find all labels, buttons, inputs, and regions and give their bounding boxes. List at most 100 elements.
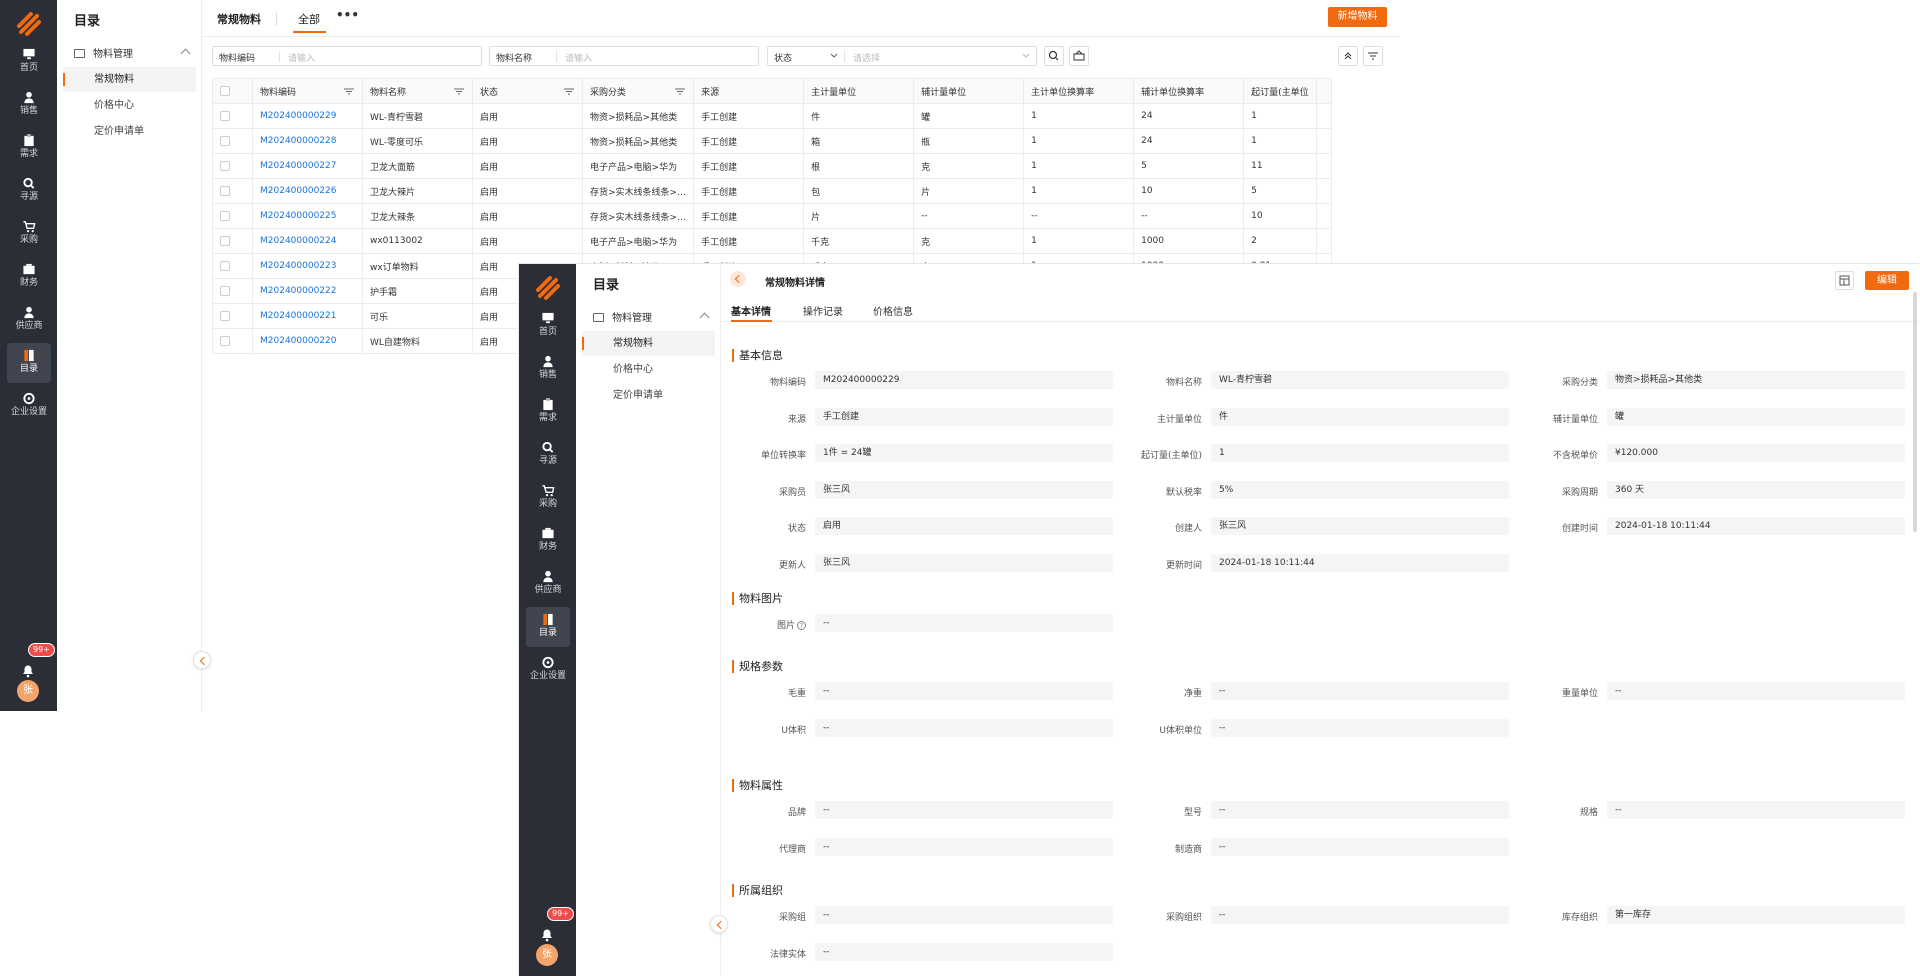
material-code-link[interactable]: M202400000227	[260, 161, 336, 171]
filter-code-input[interactable]: 请输入	[288, 51, 315, 64]
filter-name-input[interactable]: 请输入	[565, 51, 592, 64]
cell-code[interactable]: M202400000227	[252, 153, 363, 179]
tab-price[interactable]: 价格信息	[873, 303, 913, 318]
cell-code[interactable]: M202400000224	[252, 228, 363, 254]
nav-item-cart[interactable]: 采购	[526, 478, 570, 518]
avatar[interactable]: 张	[536, 944, 558, 966]
filter-icon[interactable]	[564, 88, 574, 95]
new-material-button[interactable]: 新增物料	[1328, 7, 1387, 27]
nav-item-cart[interactable]: 采购	[7, 214, 51, 254]
row-checkbox[interactable]	[212, 253, 253, 279]
column-header[interactable]: 辅计单位换算率	[1133, 78, 1245, 104]
nav-item-catalog[interactable]: 目录	[7, 343, 51, 383]
material-code-link[interactable]: M202400000221	[260, 311, 336, 321]
edit-button[interactable]: 编辑	[1865, 271, 1909, 290]
nav-item-person[interactable]: 销售	[526, 349, 570, 389]
search-button[interactable]	[1044, 46, 1064, 66]
catalog-item-pricing-request[interactable]: 定价申请单	[582, 383, 715, 408]
nav-item-supplier[interactable]: 供应商	[526, 564, 570, 604]
material-code-link[interactable]: M202400000228	[260, 136, 336, 146]
filter-icon[interactable]	[344, 88, 354, 95]
cell-code[interactable]: M202400000228	[252, 128, 363, 154]
filter-status[interactable]: 状态 请选择	[767, 46, 1037, 66]
nav-item-clipboard[interactable]: 需求	[526, 392, 570, 432]
catalog-group-material[interactable]: 物料管理	[593, 309, 652, 324]
row-checkbox[interactable]	[212, 103, 253, 129]
tab-all[interactable]: 全部	[298, 11, 320, 27]
column-header[interactable]: 物料名称	[362, 78, 473, 104]
table-row[interactable]: M202400000226 卫龙大辣片 启用 存货>实木线条线条>… 手工创建包片 1 10…	[212, 178, 1332, 204]
table-row[interactable]: M202400000227 卫龙大面筋 启用 电子产品>电脑>华为 手工创建根克 1 5 11	[212, 153, 1332, 179]
row-checkbox[interactable]	[212, 278, 253, 304]
row-checkbox[interactable]	[212, 328, 253, 354]
filter-name[interactable]: 物料名称 请输入	[489, 46, 759, 66]
column-header[interactable]: 物料编码	[252, 78, 363, 104]
chevron-up-icon[interactable]	[699, 312, 710, 323]
row-checkbox[interactable]	[212, 178, 253, 204]
filter-icon[interactable]	[675, 88, 686, 95]
cell-code[interactable]: M202400000220	[252, 328, 363, 354]
filter-code[interactable]: 物料编码 请输入	[212, 46, 482, 66]
table-row[interactable]: M202400000229 WL-青柠雪碧 启用 物资>损耗品>其他类 手工创建件罐 1 2…	[212, 103, 1332, 129]
nav-item-supplier[interactable]: 供应商	[7, 300, 51, 340]
row-checkbox[interactable]	[212, 303, 253, 329]
cell-code[interactable]: M202400000225	[252, 203, 363, 229]
nav-item-person[interactable]: 销售	[7, 85, 51, 125]
column-header[interactable]: 来源	[693, 78, 805, 104]
filter-settings-button[interactable]	[1363, 46, 1383, 66]
material-code-link[interactable]: M202400000220	[260, 336, 336, 346]
column-header[interactable]: 状态	[472, 78, 583, 104]
select-all-checkbox[interactable]	[212, 78, 253, 104]
row-checkbox[interactable]	[212, 228, 253, 254]
row-checkbox[interactable]	[212, 203, 253, 229]
cell-code[interactable]: M202400000226	[252, 178, 363, 204]
table-row[interactable]: M202400000225 卫龙大辣条 启用 存货>实木线条线条>… 手工创建片 -- --…	[212, 203, 1332, 229]
nav-item-search[interactable]: 寻源	[7, 171, 51, 211]
column-header[interactable]: 主计量单位	[803, 78, 915, 104]
cell-code[interactable]: M202400000229	[252, 103, 363, 129]
cell-code[interactable]: M202400000221	[252, 303, 363, 329]
material-code-link[interactable]: M202400000224	[260, 236, 336, 246]
material-code-link[interactable]: M202400000225	[260, 211, 336, 221]
more-icon[interactable]: •••	[336, 8, 359, 22]
material-code-link[interactable]: M202400000223	[260, 261, 336, 271]
nav-item-gear[interactable]: 企业设置	[7, 386, 51, 426]
catalog-item-pricing-request[interactable]: 定价申请单	[63, 119, 196, 144]
nav-item-catalog[interactable]: 目录	[526, 607, 570, 647]
layout-button[interactable]	[1835, 271, 1854, 290]
tab-log[interactable]: 操作记录	[803, 303, 843, 318]
avatar[interactable]: 张	[17, 680, 39, 702]
bell-icon[interactable]	[539, 926, 555, 942]
nav-item-clipboard[interactable]: 需求	[7, 128, 51, 168]
help-icon[interactable]: ?	[797, 621, 806, 630]
material-code-link[interactable]: M202400000222	[260, 286, 336, 296]
column-header[interactable]: 辅计量单位	[913, 78, 1025, 104]
row-checkbox[interactable]	[212, 153, 253, 179]
table-row[interactable]: M202400000228 WL-零度可乐 启用 物资>损耗品>其他类 手工创建箱瓶 1 2…	[212, 128, 1332, 154]
nav-item-wallet[interactable]: 财务	[526, 521, 570, 561]
row-checkbox[interactable]	[212, 128, 253, 154]
material-code-link[interactable]: M202400000229	[260, 111, 336, 121]
catalog-item-price[interactable]: 价格中心	[63, 93, 196, 118]
nav-item-wallet[interactable]: 财务	[7, 257, 51, 297]
cell-code[interactable]: M202400000222	[252, 278, 363, 304]
column-header[interactable]: 采购分类	[581, 78, 695, 104]
material-code-link[interactable]: M202400000226	[260, 186, 336, 196]
collapse-filter-button[interactable]	[1338, 46, 1358, 66]
column-header[interactable]: 起订量(主单位	[1243, 78, 1317, 104]
nav-item-monitor[interactable]: 首页	[526, 306, 570, 346]
catalog-group-material[interactable]: 物料管理	[74, 45, 133, 60]
catalog-item-price[interactable]: 价格中心	[582, 357, 715, 382]
nav-item-gear[interactable]: 企业设置	[526, 650, 570, 690]
filter-icon[interactable]	[454, 88, 464, 95]
chevron-up-icon[interactable]	[180, 48, 191, 59]
back-arrow-icon[interactable]	[730, 271, 746, 287]
column-header[interactable]: 主计单位换算率	[1023, 78, 1135, 104]
clear-filter-button[interactable]	[1069, 46, 1089, 66]
nav-item-search[interactable]: 寻源	[526, 435, 570, 475]
table-row[interactable]: M202400000224 wx0113002 启用 电子产品>电脑>华为 手工创建 千克…	[212, 228, 1332, 254]
scrollbar[interactable]	[1913, 292, 1917, 532]
catalog-item-regular[interactable]: 常规物料	[582, 331, 715, 356]
bell-icon[interactable]	[20, 662, 36, 678]
catalog-item-regular[interactable]: 常规物料	[63, 67, 196, 92]
